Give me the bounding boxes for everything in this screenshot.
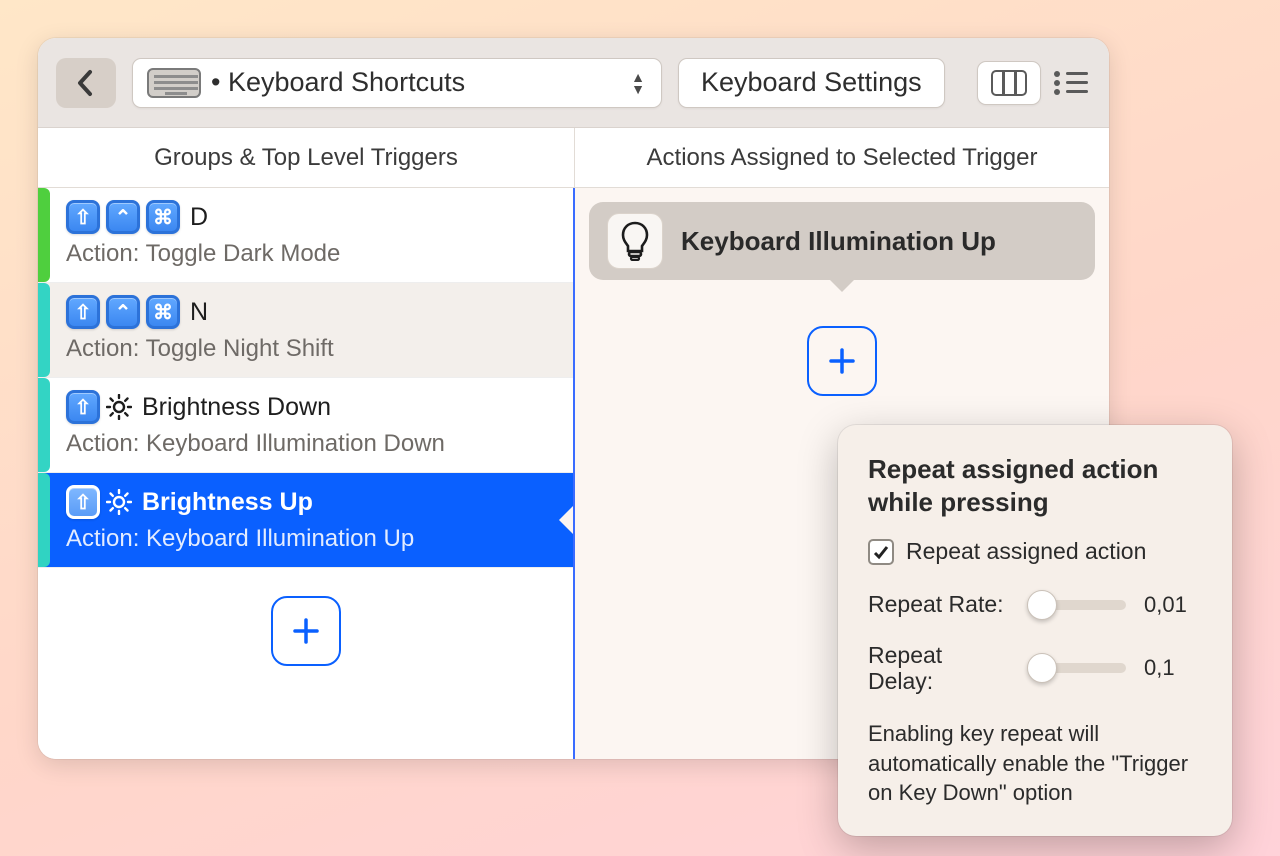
color-stripe [38,378,50,472]
toolbar: • Keyboard Shortcuts ▲▼ Keyboard Setting… [38,38,1109,128]
brightness-icon [106,489,132,515]
keyboard-icon [147,68,201,98]
trigger-row[interactable]: ⇧ Brightness Up Action: Keyboard Illumina… [38,473,573,568]
columns-view-button[interactable] [977,61,1041,105]
trigger-action-label: Action: Keyboard Illumination Up [66,525,414,552]
checkmark-icon [872,543,890,561]
popover-title: Repeat assigned action while pressing [868,453,1202,518]
columns-icon [991,70,1027,96]
trigger-type-dropdown[interactable]: • Keyboard Shortcuts ▲▼ [132,58,662,108]
trigger-key-text: Brightness Up [142,488,313,517]
slider-thumb[interactable] [1027,653,1057,683]
trigger-list: ⇧⌃⌘DAction: Toggle Dark Mode⇧⌃⌘NAction: … [38,188,573,568]
left-pane-title: Groups & Top Level Triggers [38,128,575,187]
repeat-delay-value: 0,1 [1144,655,1175,681]
dropdown-arrows-icon: ▲▼ [629,69,647,97]
color-stripe [38,473,50,567]
color-stripe [38,283,50,377]
shift-key-icon: ⇧ [66,485,100,519]
control-key-icon: ⌃ [106,200,140,234]
pane-headers: Groups & Top Level Triggers Actions Assi… [38,128,1109,188]
repeat-delay-row: Repeat Delay: 0,1 [868,642,1202,695]
repeat-checkbox-label: Repeat assigned action [906,538,1146,565]
trigger-key-text: Brightness Down [142,393,331,422]
trigger-key-text: D [190,203,208,232]
keyboard-settings-button[interactable]: Keyboard Settings [678,58,945,108]
list-view-button[interactable] [1051,61,1091,105]
plus-icon [827,346,857,376]
repeat-rate-value: 0,01 [1144,592,1187,618]
color-stripe [38,188,50,282]
shift-key-icon: ⇧ [66,200,100,234]
chevron-left-icon [76,69,96,97]
assigned-action-item[interactable]: Keyboard Illumination Up [589,202,1095,280]
trigger-row[interactable]: ⇧⌃⌘ N Action: Toggle Night Shift [38,283,573,378]
shift-key-icon: ⇧ [66,390,100,424]
shift-key-icon: ⇧ [66,295,100,329]
command-key-icon: ⌘ [146,200,180,234]
trigger-row[interactable]: ⇧⌃⌘ D Action: Toggle Dark Mode [38,188,573,283]
repeat-rate-label: Repeat Rate: [868,591,1010,618]
command-key-icon: ⌘ [146,295,180,329]
trigger-action-label: Action: Toggle Night Shift [66,335,334,362]
repeat-rate-slider[interactable] [1028,600,1126,610]
repeat-rate-row: Repeat Rate: 0,01 [868,591,1202,618]
brightness-icon [106,394,132,420]
add-action-button[interactable] [807,326,877,396]
slider-thumb[interactable] [1027,590,1057,620]
control-key-icon: ⌃ [106,295,140,329]
right-pane-title: Actions Assigned to Selected Trigger [575,128,1109,187]
repeat-checkbox-row[interactable]: Repeat assigned action [868,538,1202,565]
list-icon [1054,71,1088,95]
plus-icon [291,616,321,646]
popover-note: Enabling key repeat will automatically e… [868,719,1202,808]
trigger-action-label: Action: Toggle Dark Mode [66,240,340,267]
trigger-key-text: N [190,298,208,327]
repeat-delay-slider[interactable] [1028,663,1126,673]
view-mode-segment [977,61,1091,105]
dropdown-label: • Keyboard Shortcuts [211,67,619,98]
trigger-row[interactable]: ⇧ Brightness Down Action: Keyboard Illumi… [38,378,573,473]
add-trigger-button[interactable] [271,596,341,666]
repeat-checkbox[interactable] [868,539,894,565]
repeat-settings-popover: Repeat assigned action while pressing Re… [838,425,1232,836]
assigned-action-title: Keyboard Illumination Up [681,226,996,257]
trigger-action-label: Action: Keyboard Illumination Down [66,430,445,457]
triggers-pane: ⇧⌃⌘DAction: Toggle Dark Mode⇧⌃⌘NAction: … [38,188,575,759]
back-button[interactable] [56,58,116,108]
repeat-delay-label: Repeat Delay: [868,642,1010,695]
keyboard-settings-label: Keyboard Settings [701,67,922,98]
lightbulb-icon [607,213,663,269]
